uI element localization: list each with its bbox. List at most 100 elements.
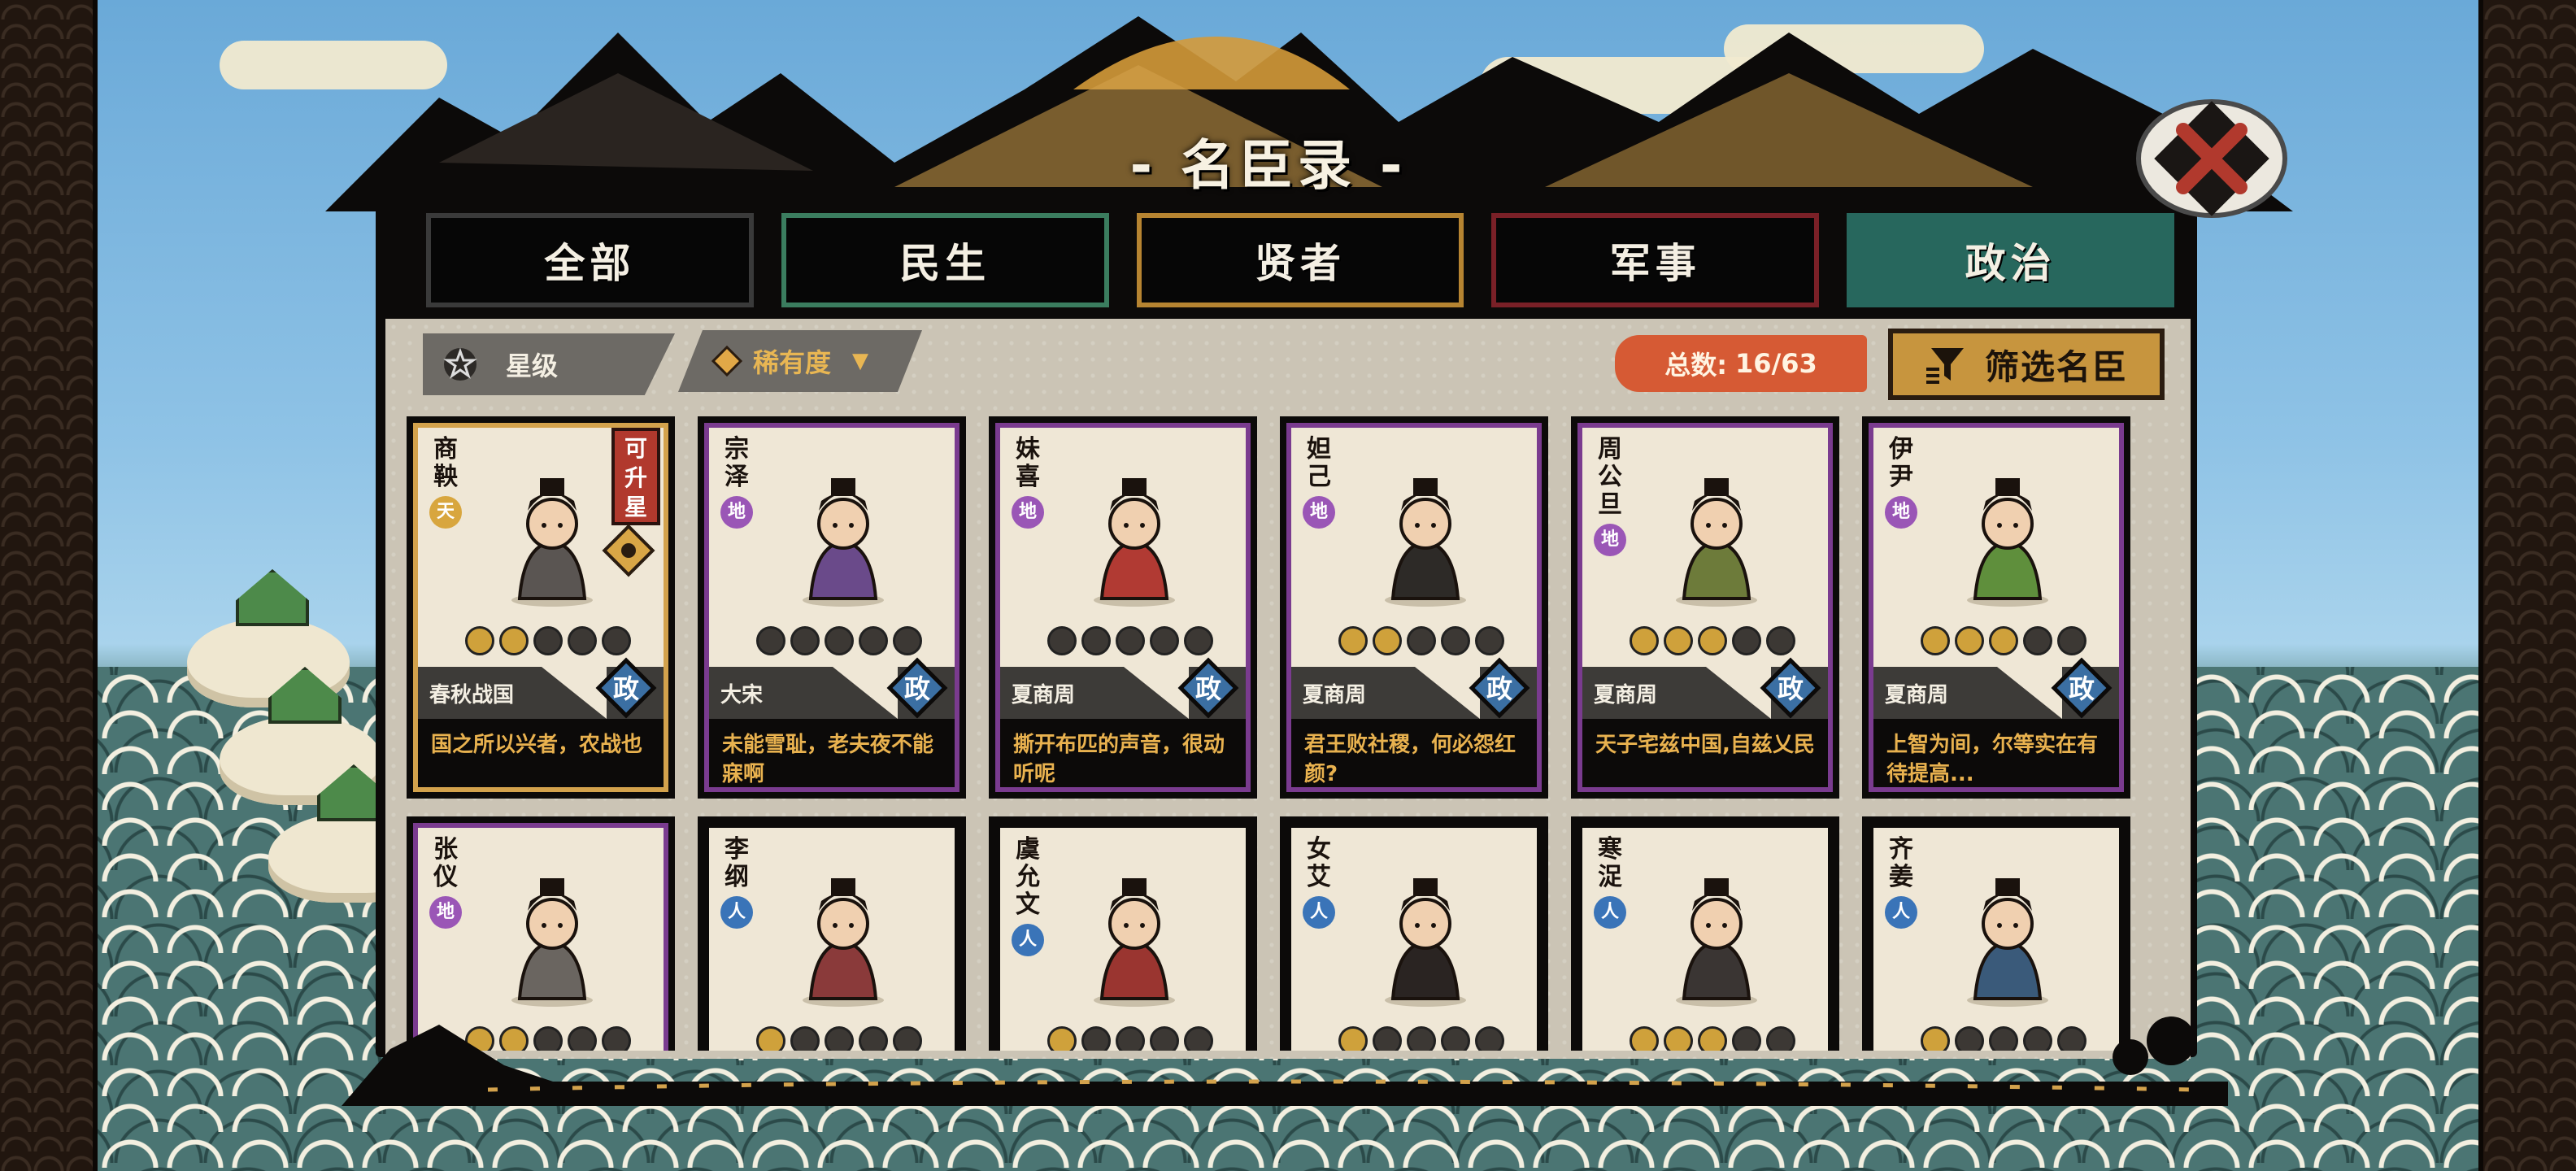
minister-card-face: 妲 己地夏商周政君王败社稷，何必怨红颜? [1286, 423, 1542, 792]
minister-card[interactable]: 齐 姜人 [1862, 816, 2130, 1051]
star-icon [602, 626, 631, 655]
minister-card[interactable]: 妹 喜地夏商周政撕开布匹的声音，很动听呢 [989, 416, 1257, 799]
star-icon [756, 626, 785, 655]
chevron-down-icon: ▼ [852, 349, 869, 373]
star-icon [1150, 626, 1179, 655]
minister-quote: 君王败社稷，何必怨红颜? [1291, 719, 1537, 787]
minister-card[interactable]: 商 鞅天春秋战国政国之所以兴者，农战也可 升 星 [407, 416, 675, 799]
rank-badge: 人 [1885, 896, 1917, 929]
politics-type-badge: 政 [1760, 657, 1821, 719]
close-x-icon [2136, 99, 2287, 218]
politics-type-badge: 政 [886, 657, 948, 719]
flower-star-icon [443, 347, 477, 381]
upgrade-diamond-icon [602, 524, 655, 577]
diamond-icon [711, 345, 743, 377]
rank-badge: 地 [1303, 496, 1335, 529]
minister-portrait [511, 878, 593, 1007]
svg-text:政: 政 [613, 673, 639, 704]
svg-text:政: 政 [1195, 673, 1221, 704]
minister-portrait [803, 478, 884, 607]
star-icon [1732, 626, 1761, 655]
tab-people[interactable]: 民生 [781, 213, 1109, 307]
tab-politics[interactable]: 政治 [1847, 213, 2174, 307]
star-icon [465, 626, 494, 655]
minister-card-face: 伊 尹地夏商周政上智为间，尔等实在有待提高... [1869, 423, 2124, 792]
minister-card-face: 宗 泽地大宋政未能雪耻，老夫夜不能寐啊 [704, 423, 959, 792]
star-filter-label: 星级 [506, 350, 559, 381]
tab-sage[interactable]: 贤者 [1136, 213, 1464, 307]
star-icon [2023, 626, 2052, 655]
minister-card[interactable]: 宗 泽地大宋政未能雪耻，老夫夜不能寐啊 [698, 416, 966, 799]
minister-name-column: 妲 己地 [1303, 436, 1335, 529]
upgrade-star-tag[interactable]: 可 升 星 [611, 428, 660, 525]
star-rating [1332, 626, 1511, 659]
bottom-edge-decoration [342, 1016, 2228, 1106]
star-filter-button[interactable]: 星级 [423, 333, 675, 395]
minister-card[interactable]: 寒 浞人 [1571, 816, 1839, 1051]
island-house [236, 569, 309, 626]
star-rating [750, 626, 929, 659]
minister-card-face: 周 公 旦地夏商周政天子宅兹中国,自兹乂民 [1577, 423, 1833, 792]
minister-card[interactable]: 妲 己地夏商周政君王败社稷，何必怨红颜? [1280, 416, 1548, 799]
rarity-filter-button[interactable]: 稀有度 ▼ [678, 330, 922, 392]
minister-name-column: 周 公 旦地 [1594, 436, 1626, 556]
minister-name-column: 商 鞅天 [429, 436, 462, 529]
star-icon [1047, 626, 1077, 655]
svg-text:政: 政 [1778, 673, 1804, 704]
politics-type-badge: 政 [2051, 657, 2113, 719]
star-icon [1989, 626, 2018, 655]
minister-portrait [1967, 878, 2048, 1007]
rank-badge: 人 [720, 896, 753, 929]
minister-card[interactable]: 虞 允 文人 [989, 816, 1257, 1051]
star-icon [1373, 626, 1402, 655]
rank-badge: 人 [1594, 896, 1626, 929]
minister-name-column: 虞 允 文人 [1012, 836, 1044, 956]
minister-name: 周 公 旦 [1598, 435, 1622, 519]
minister-card[interactable]: 李 纲人 [698, 816, 966, 1051]
screen-ministers-button[interactable]: 筛选名臣 [1888, 329, 2165, 400]
minister-portrait [1967, 478, 2048, 607]
minister-card[interactable]: 张 仪地 [407, 816, 675, 1051]
minister-name-column: 李 纲人 [720, 836, 753, 929]
minister-name: 伊 尹 [1889, 435, 1913, 491]
star-rating [1623, 626, 1802, 659]
star-rating [1041, 626, 1220, 659]
minister-name: 李 纲 [724, 835, 749, 891]
star-icon [825, 626, 854, 655]
left-wave-border [0, 0, 98, 1171]
politics-type-badge: 政 [1469, 657, 1530, 719]
star-icon [1116, 626, 1145, 655]
minister-name-column: 齐 姜人 [1885, 836, 1917, 929]
star-icon [1441, 626, 1470, 655]
minister-name-column: 寒 浞人 [1594, 836, 1626, 929]
tab-all[interactable]: 全部 [426, 213, 754, 307]
minister-card[interactable]: 伊 尹地夏商周政上智为间，尔等实在有待提高... [1862, 416, 2130, 799]
minister-portrait [1385, 478, 1466, 607]
star-icon [2057, 626, 2086, 655]
funnel-icon [1925, 348, 1964, 384]
rarity-filter-label: 稀有度 [753, 347, 832, 378]
star-icon [499, 626, 529, 655]
minister-portrait [1094, 878, 1175, 1007]
star-icon [1630, 626, 1659, 655]
tab-military[interactable]: 军事 [1491, 213, 1820, 307]
right-wave-border [2478, 0, 2576, 1171]
minister-card[interactable]: 女 艾人 [1280, 816, 1548, 1051]
star-rating [1914, 626, 2093, 659]
star-icon [1407, 626, 1436, 655]
star-icon [1184, 626, 1213, 655]
star-icon [893, 626, 922, 655]
minister-card[interactable]: 周 公 旦地夏商周政天子宅兹中国,自兹乂民 [1571, 416, 1839, 799]
screen-button-label: 筛选名臣 [1984, 346, 2128, 387]
star-icon [1475, 626, 1504, 655]
star-icon [568, 626, 597, 655]
minister-name: 齐 姜 [1889, 835, 1913, 891]
star-icon [1081, 626, 1111, 655]
star-icon [1766, 626, 1795, 655]
minister-portrait [803, 878, 884, 1007]
minister-portrait [1676, 878, 1757, 1007]
star-icon [533, 626, 563, 655]
minister-name-column: 伊 尹地 [1885, 436, 1917, 529]
minister-portrait [1385, 878, 1466, 1007]
minister-name: 妲 己 [1307, 435, 1331, 491]
